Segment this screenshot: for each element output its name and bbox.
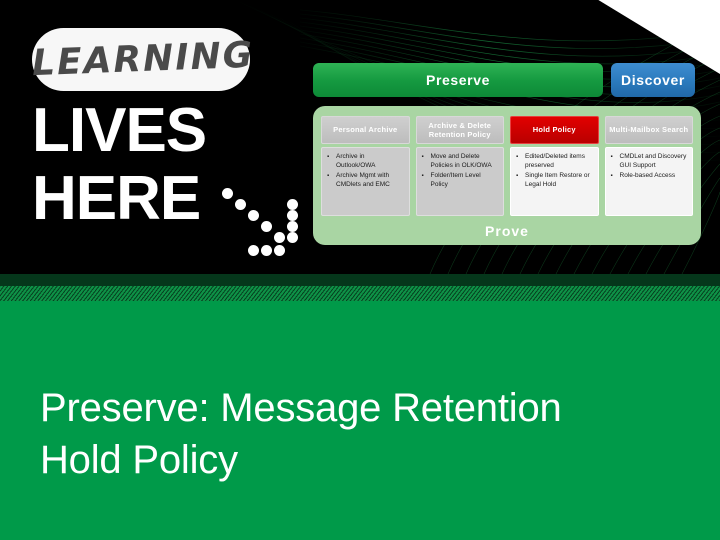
discover-label: Discover	[621, 72, 685, 88]
slide-title-line-1: Preserve: Message Retention	[40, 386, 562, 430]
dotted-chevron-icon	[222, 188, 312, 263]
feature-bullet-item: Archive in Outlook/OWA	[327, 153, 405, 170]
logo-pill-shape: LEARNING	[31, 28, 255, 91]
preserve-label: Preserve	[426, 72, 490, 88]
feature-bullet-list: CMDLet and Discovery GUI Support Role-bas…	[610, 153, 689, 181]
feature-bullet-list: Edited/Deleted items preserved Single Ite…	[515, 153, 594, 189]
feature-bullet-item: Archive Mgmt with CMDlets and EMC	[327, 172, 405, 189]
slide-title: Preserve: Message Retention Hold Policy	[40, 382, 680, 486]
logo-pill-text: LEARNING	[31, 34, 256, 85]
feature-card-header: Multi-Mailbox Search	[604, 116, 693, 144]
feature-bullet-item: CMDLet and Discovery GUI Support	[611, 153, 689, 170]
logo-line-here: HERE	[32, 164, 201, 233]
feature-card[interactable]: Archive & Delete Retention Policy Move an…	[415, 116, 504, 216]
feature-bullet-item: Edited/Deleted items preserved	[516, 153, 594, 170]
feature-card[interactable]: Hold Policy Edited/Deleted items preserve…	[510, 116, 599, 216]
feature-card-header: Hold Policy	[510, 116, 599, 144]
dark-transition-band	[0, 274, 720, 286]
feature-card-body: Move and Delete Policies in OLK/OWA Folde…	[415, 147, 504, 216]
feature-card[interactable]: Multi-Mailbox Search CMDLet and Discovery…	[604, 116, 693, 216]
slide-title-line-2: Hold Policy	[40, 438, 238, 482]
feature-bullet-item: Folder/Item Level Policy	[422, 172, 500, 189]
feature-card-body: CMDLet and Discovery GUI Support Role-bas…	[604, 147, 693, 216]
logo-line-lives: LIVES	[32, 96, 207, 165]
learning-lives-here-logo: LEARNING LIVES HERE	[14, 20, 298, 256]
feature-bullet-list: Archive in Outlook/OWA Archive Mgmt with …	[326, 153, 405, 189]
preserve-header-pill[interactable]: Preserve	[313, 63, 603, 97]
feature-card-body: Archive in Outlook/OWA Archive Mgmt with …	[321, 147, 410, 216]
feature-card-row: Personal ArchiveArchive in Outlook/OWAAr…	[321, 116, 693, 216]
feature-bullet-item: Single Item Restore or Legal Hold	[516, 172, 594, 189]
feature-card-header: Personal Archive	[321, 116, 410, 144]
striped-transition-band	[0, 286, 720, 301]
feature-card[interactable]: Personal ArchiveArchive in Outlook/OWAAr…	[321, 116, 410, 216]
feature-bullet-item: Role-based Access	[611, 172, 689, 181]
feature-card-body: Edited/Deleted items preserved Single Ite…	[510, 147, 599, 216]
feature-card-header: Archive & Delete Retention Policy	[415, 116, 504, 144]
discover-header-pill[interactable]: Discover	[611, 63, 695, 97]
slide: LEARNING LIVES HERE Preserve Discover Pe…	[0, 0, 720, 540]
feature-bullet-item: Move and Delete Policies in OLK/OWA	[422, 153, 500, 170]
prove-label: Prove	[485, 223, 529, 239]
feature-bullet-list: Move and Delete Policies in OLK/OWA Folde…	[421, 153, 500, 189]
prove-panel: Personal ArchiveArchive in Outlook/OWAAr…	[313, 106, 701, 245]
